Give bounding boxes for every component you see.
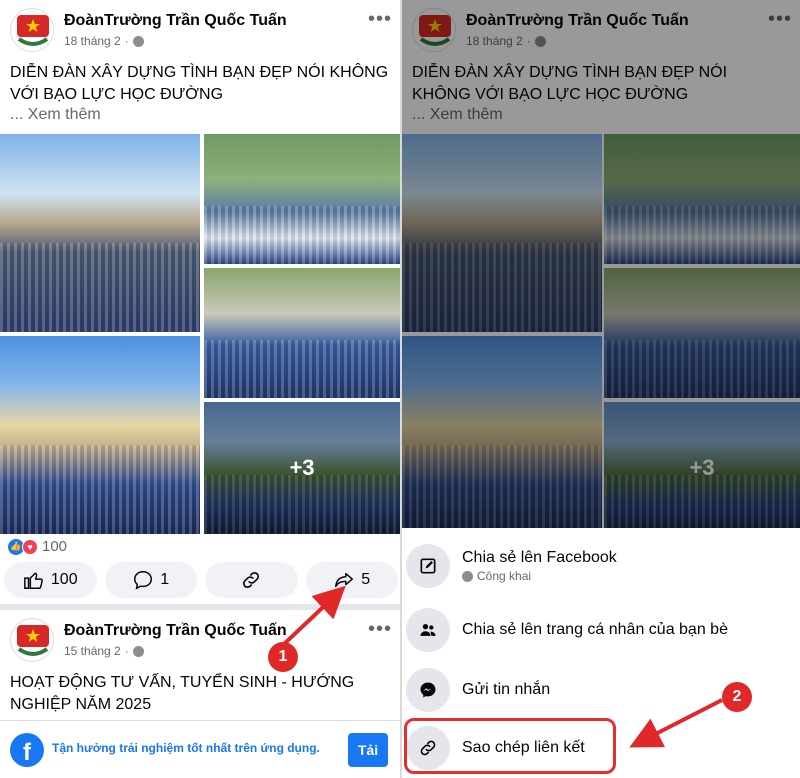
install-app-button[interactable]: Tải [348,733,388,767]
copy-link-button[interactable] [205,562,298,598]
second-post: ĐoànTrường Trần Quốc Tuấn 15 tháng 2 · •… [0,610,400,730]
page-name[interactable]: ĐoànTrường Trần Quốc Tuấn [64,12,287,30]
left-screenshot: ĐoànTrường Trần Quốc Tuấn 18 tháng 2 · •… [0,0,400,778]
share-icon [335,572,354,588]
post-photo[interactable] [0,336,200,534]
globe-icon [462,570,473,582]
post-photo-more[interactable]: +3 [204,402,400,534]
step-1-badge: 1 [268,642,298,672]
edit-icon [406,544,450,588]
privacy-label: Công khai [462,569,617,583]
highlight-box [404,718,616,774]
post-header: ĐoànTrường Trần Quốc Tuấn 15 tháng 2 · •… [0,610,400,670]
more-photos-count: +3 [204,402,400,534]
reactions-summary[interactable]: 👍 ♥ 100 [8,538,67,555]
share-item-label: Chia sẻ lên Facebook [462,549,617,566]
dimmed-post: ĐoànTrường Trần Quốc Tuấn 18 tháng 2 · •… [402,0,800,534]
comment-count: 1 [160,571,170,588]
share-button[interactable]: 5 [305,562,398,598]
like-button[interactable]: 100 [4,562,97,598]
post-photo[interactable] [204,134,400,264]
page-avatar[interactable] [10,8,54,52]
messenger-icon [406,668,450,712]
modal-backdrop[interactable] [402,0,800,528]
globe-icon [132,35,144,47]
page-avatar[interactable] [10,618,54,662]
post-date[interactable]: 15 tháng 2 [64,644,121,658]
share-count: 5 [361,571,371,588]
post-header: ĐoànTrường Trần Quốc Tuấn 18 tháng 2 · •… [0,0,400,60]
right-screenshot: ĐoànTrường Trần Quốc Tuấn 18 tháng 2 · •… [402,0,800,778]
thumbs-up-icon [23,572,43,589]
like-count: 100 [50,571,78,588]
more-options-icon[interactable]: ••• [368,8,392,31]
app-banner-text[interactable]: Tận hưởng trải nghiệm tốt nhất trên ứng … [52,741,320,755]
post-photo[interactable] [204,268,400,398]
post-text: HOẠT ĐỘNG TƯ VẤN, TUYỂN SINH - HƯỚNG NGH… [10,674,355,713]
share-to-facebook-item[interactable]: Chia sẻ lên Facebook Công khai [406,538,796,594]
step-2-badge: 2 [722,682,752,712]
post-date[interactable]: 18 tháng 2 [64,34,121,48]
friends-icon [406,608,450,652]
link-icon [243,571,260,589]
comment-button[interactable]: 1 [104,562,197,598]
more-options-icon[interactable]: ••• [368,618,392,641]
share-item-label: Chia sẻ lên trang cá nhân của bạn bè [462,621,728,638]
see-more-link[interactable]: ... Xem thêm [10,106,101,124]
post-text: DIỄN ĐÀN XÂY DỰNG TÌNH BẠN ĐẸP NÓI KHÔNG… [10,64,389,103]
globe-icon [132,645,144,657]
comment-icon [134,571,153,590]
share-sheet: Chia sẻ lên Facebook Công khai Chia sẻ l… [402,528,800,778]
photo-grid: +3 [0,134,400,534]
post-photo[interactable] [0,134,200,332]
share-item-label: Gửi tin nhắn [462,681,551,698]
post-meta: 15 tháng 2 · [64,644,144,658]
post-meta: 18 tháng 2 · [64,34,144,48]
reaction-count: 100 [42,538,68,555]
post-actions: 100 1 5 [4,562,398,598]
page-name[interactable]: ĐoànTrường Trần Quốc Tuấn [64,622,287,640]
share-to-friend-item[interactable]: Chia sẻ lên trang cá nhân của bạn bè [406,602,796,658]
love-reaction-icon: ♥ [22,538,38,555]
app-install-banner: f Tận hưởng trải nghiệm tốt nhất trên ứn… [0,720,400,778]
facebook-logo-icon: f [10,733,44,767]
